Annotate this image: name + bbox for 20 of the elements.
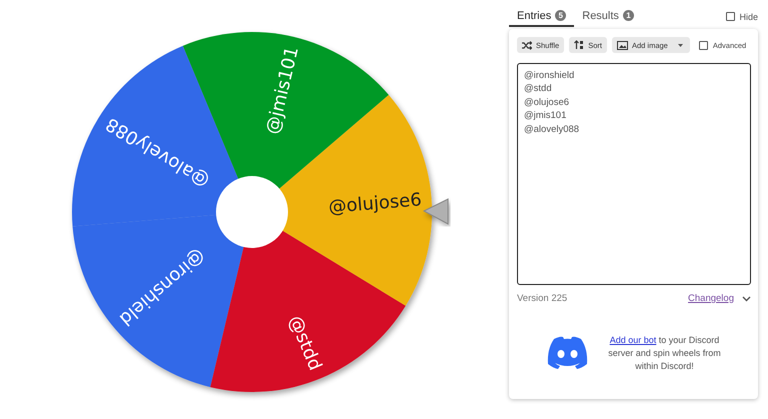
tab[interactable]: Results 1 xyxy=(574,6,642,27)
hide-label: Hide xyxy=(739,12,758,22)
checkbox[interactable] xyxy=(698,40,708,50)
count-badge: 1 xyxy=(622,10,634,21)
checkbox[interactable] xyxy=(726,12,736,21)
count-badge: 5 xyxy=(555,10,566,21)
add-bot-link[interactable]: Add our bot xyxy=(610,335,656,345)
discord-promo-text: Add our bot to your Discord server and spin wheels from within Discord! xyxy=(607,334,722,373)
sort-icon xyxy=(574,40,584,50)
tab[interactable]: Entries 5 xyxy=(509,6,574,27)
chevron-down-icon[interactable] xyxy=(742,296,751,302)
entries-field[interactable]: @ironshield @stdd @olujose6 @jmis101 @alovely088 xyxy=(517,63,751,285)
changelog-link[interactable]: Changelog xyxy=(688,293,734,304)
wheel-hub[interactable] xyxy=(216,176,288,248)
pointer-icon xyxy=(422,198,448,225)
version-text: Version 225 xyxy=(517,293,568,304)
caret-icon xyxy=(676,42,685,48)
shuffle-icon xyxy=(522,40,532,50)
slice-label: @olujose6 xyxy=(328,189,422,218)
image-icon xyxy=(616,40,628,50)
